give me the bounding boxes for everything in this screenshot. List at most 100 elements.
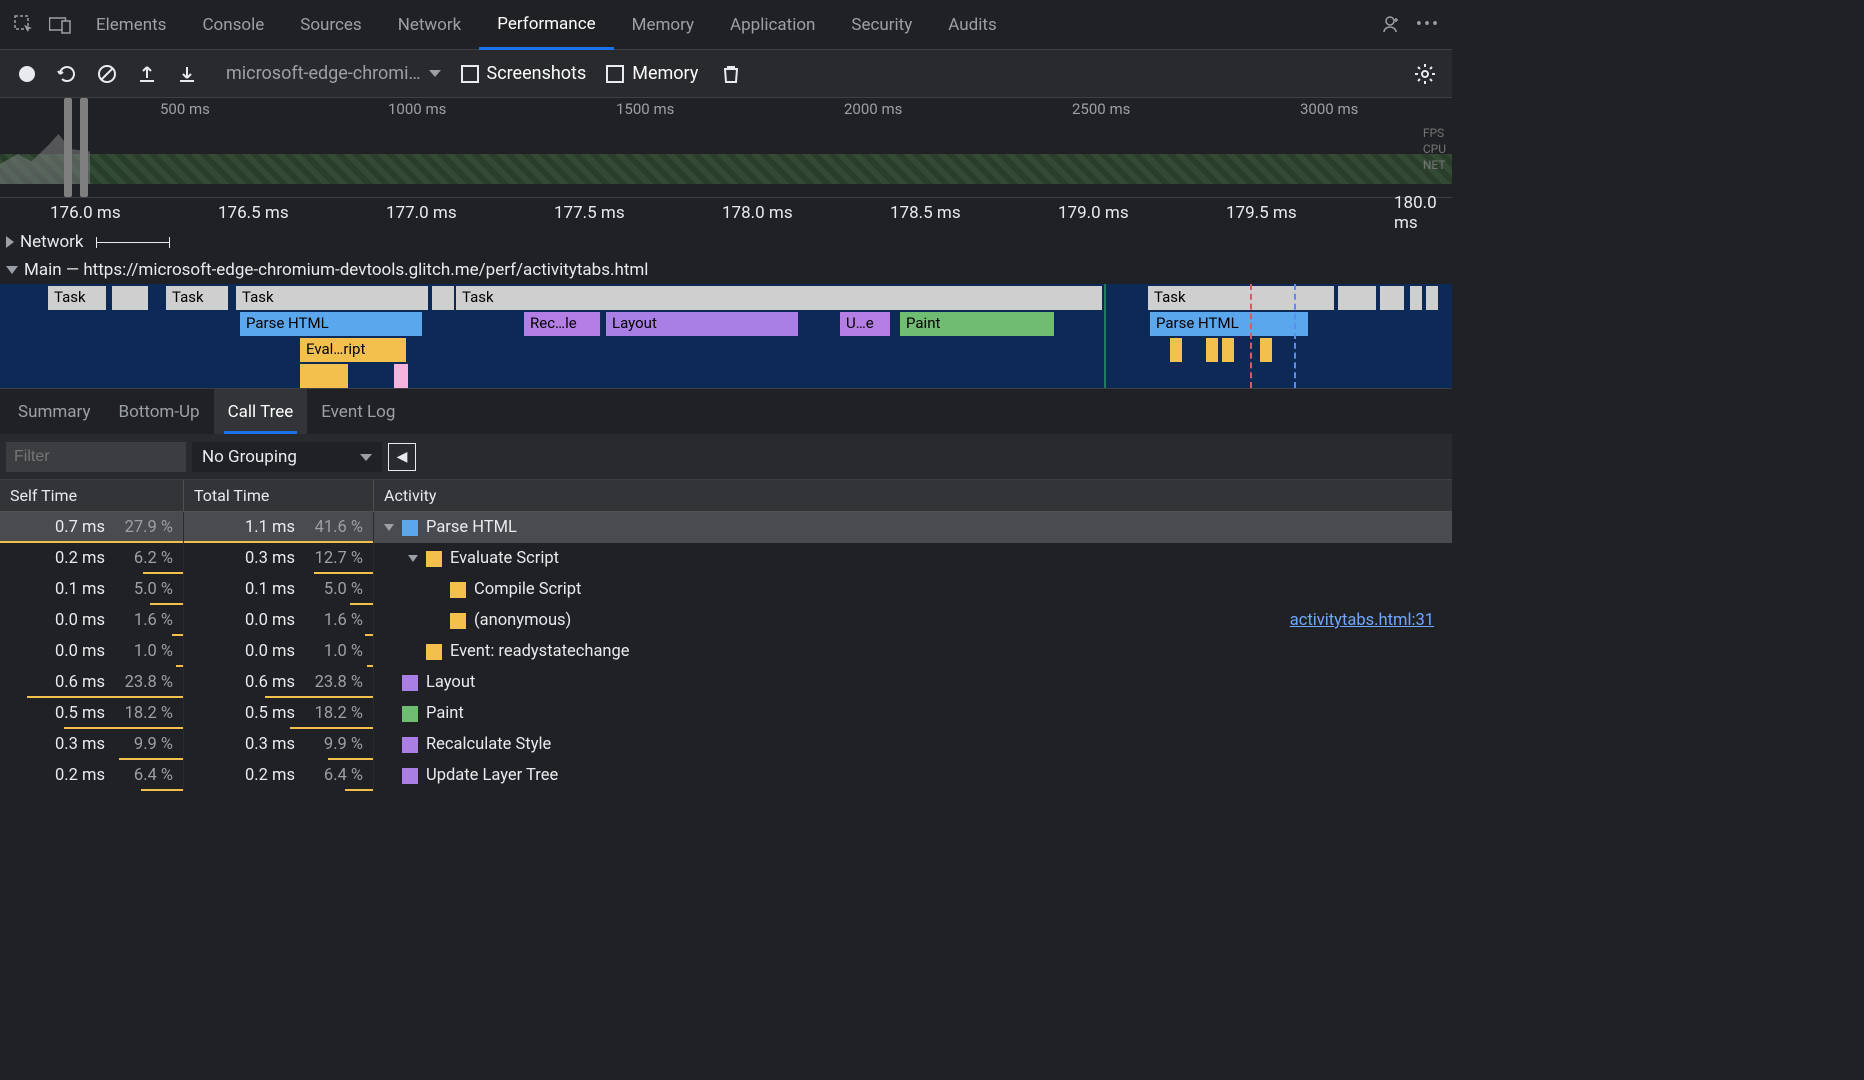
main-track-header[interactable]: Main — https://microsoft-edge-chromium-d… [0, 256, 1452, 284]
flame-task[interactable]: Task [48, 286, 106, 310]
flame-task[interactable]: Task [166, 286, 228, 310]
flame-task[interactable] [1410, 286, 1422, 310]
detail-tab-event-log[interactable]: Event Log [307, 389, 409, 434]
flame-task[interactable]: Task [456, 286, 1102, 310]
screenshots-checkbox[interactable]: Screenshots [461, 63, 587, 84]
activity-label: Event: readystatechange [450, 642, 630, 661]
overview-lane-label: CPU [1423, 142, 1446, 156]
activity-cell[interactable]: Update Layer Tree [374, 760, 1452, 791]
flame-ruler[interactable]: 176.0 ms176.5 ms177.0 ms177.5 ms178.0 ms… [0, 198, 1452, 228]
overview-timeline[interactable]: 500 ms1000 ms1500 ms2000 ms2500 ms3000 m… [0, 98, 1452, 198]
main-label: Main — https://microsoft-edge-chromium-d… [24, 260, 648, 280]
memory-checkbox-input[interactable] [606, 65, 624, 83]
tab-security[interactable]: Security [833, 0, 930, 50]
inspect-element-icon[interactable] [6, 7, 42, 43]
flame-recalculate-style[interactable]: Rec…le [524, 312, 600, 336]
tab-application[interactable]: Application [712, 0, 833, 50]
flame-task[interactable]: Task [1148, 286, 1334, 310]
clear-button[interactable] [90, 57, 124, 91]
device-toolbar-icon[interactable] [42, 7, 78, 43]
time-cell: 1.1 ms41.6 % [184, 512, 374, 543]
tab-memory[interactable]: Memory [614, 0, 712, 50]
flame-eval-tick[interactable] [1222, 338, 1234, 362]
flame-paint[interactable]: Paint [900, 312, 1054, 336]
load-profile-button[interactable] [130, 57, 164, 91]
activity-cell[interactable]: Paint [374, 698, 1452, 729]
activity-cell[interactable]: Recalculate Style [374, 729, 1452, 760]
activity-cell[interactable]: Evaluate Script [374, 543, 1452, 574]
col-total-time[interactable]: Total Time [184, 480, 374, 512]
flame-tick: 178.0 ms [722, 203, 793, 223]
flame-parse-html[interactable]: Parse HTML [1150, 312, 1308, 336]
flame-task[interactable] [1338, 286, 1376, 310]
detail-tab-call-tree[interactable]: Call Tree [214, 389, 308, 434]
flame-tick: 177.0 ms [386, 203, 457, 223]
save-profile-button[interactable] [170, 57, 204, 91]
flame-chart[interactable]: Task Task Task Task Task Parse HTML Rec…… [0, 284, 1452, 388]
time-cell: 0.6 ms23.8 % [0, 667, 184, 698]
flame-evaluate-script[interactable]: Eval…ript [300, 338, 406, 362]
grouping-dropdown[interactable]: No Grouping [192, 442, 382, 472]
screenshots-checkbox-input[interactable] [461, 65, 479, 83]
reload-button[interactable] [50, 57, 84, 91]
flame-tick: 177.5 ms [554, 203, 625, 223]
flame-eval-tick[interactable] [1260, 338, 1272, 362]
garbage-collect-button[interactable] [714, 57, 748, 91]
flame-eval-tick[interactable] [1170, 338, 1182, 362]
detail-tab-summary[interactable]: Summary [4, 389, 104, 434]
filter-bar: No Grouping ◀ [0, 434, 1452, 480]
activity-label: Paint [426, 704, 464, 723]
activity-swatch [402, 520, 418, 536]
flame-script-child[interactable] [300, 364, 348, 388]
overview-tick: 3000 ms [1300, 100, 1358, 118]
flame-task[interactable] [122, 286, 134, 310]
flame-task[interactable] [442, 286, 454, 310]
detail-tab-bottom-up[interactable]: Bottom-Up [104, 389, 213, 434]
memory-label: Memory [632, 63, 698, 84]
show-heaviest-stack-button[interactable]: ◀ [388, 443, 416, 471]
filter-input[interactable] [6, 442, 186, 472]
overview-viewport-handles[interactable] [64, 98, 88, 197]
tab-audits[interactable]: Audits [930, 0, 1014, 50]
flame-task[interactable] [1392, 286, 1404, 310]
col-self-time[interactable]: Self Time [0, 480, 184, 512]
flame-task[interactable] [1426, 286, 1438, 310]
activity-cell[interactable]: (anonymous)activitytabs.html:31 [374, 605, 1452, 636]
more-icon[interactable]: ••• [1410, 7, 1446, 43]
activity-cell[interactable]: Layout [374, 667, 1452, 698]
time-cell: 0.1 ms5.0 % [0, 574, 184, 605]
activity-cell[interactable]: Parse HTML [374, 512, 1452, 543]
tab-performance[interactable]: Performance [479, 0, 613, 50]
activity-label: Compile Script [474, 580, 581, 599]
flame-layout[interactable]: Layout [606, 312, 798, 336]
network-track-header[interactable]: Network [0, 228, 1452, 256]
flame-task[interactable]: Task [236, 286, 428, 310]
flame-parse-html[interactable]: Parse HTML [240, 312, 422, 336]
expand-triangle-icon[interactable] [384, 524, 394, 531]
tab-network[interactable]: Network [380, 0, 480, 50]
record-button[interactable] [10, 57, 44, 91]
flame-eval-tick[interactable] [1206, 338, 1218, 362]
activity-swatch [402, 737, 418, 753]
capture-settings-button[interactable] [1408, 57, 1442, 91]
overview-lane-label: FPS [1423, 126, 1446, 140]
activity-swatch [450, 613, 466, 629]
memory-checkbox[interactable]: Memory [606, 63, 698, 84]
flame-task[interactable] [134, 286, 148, 310]
capture-dropdown[interactable]: microsoft-edge-chromi… [226, 63, 441, 84]
flame-task[interactable] [1380, 286, 1392, 310]
activity-cell[interactable]: Event: readystatechange [374, 636, 1452, 667]
expand-triangle-icon[interactable] [408, 555, 418, 562]
col-activity[interactable]: Activity [374, 480, 1452, 512]
flame-update-layer-tree[interactable]: U…e [840, 312, 890, 336]
activity-cell[interactable]: Compile Script [374, 574, 1452, 605]
grouping-label: No Grouping [202, 447, 297, 467]
devtools-tab-bar: ElementsConsoleSourcesNetworkPerformance… [0, 0, 1452, 50]
feedback-icon[interactable] [1374, 7, 1410, 43]
tab-sources[interactable]: Sources [282, 0, 379, 50]
tab-console[interactable]: Console [184, 0, 282, 50]
tab-elements[interactable]: Elements [78, 0, 184, 50]
flame-script-child[interactable] [394, 364, 408, 388]
source-link[interactable]: activitytabs.html:31 [1290, 611, 1434, 630]
activity-label: Layout [426, 673, 475, 692]
